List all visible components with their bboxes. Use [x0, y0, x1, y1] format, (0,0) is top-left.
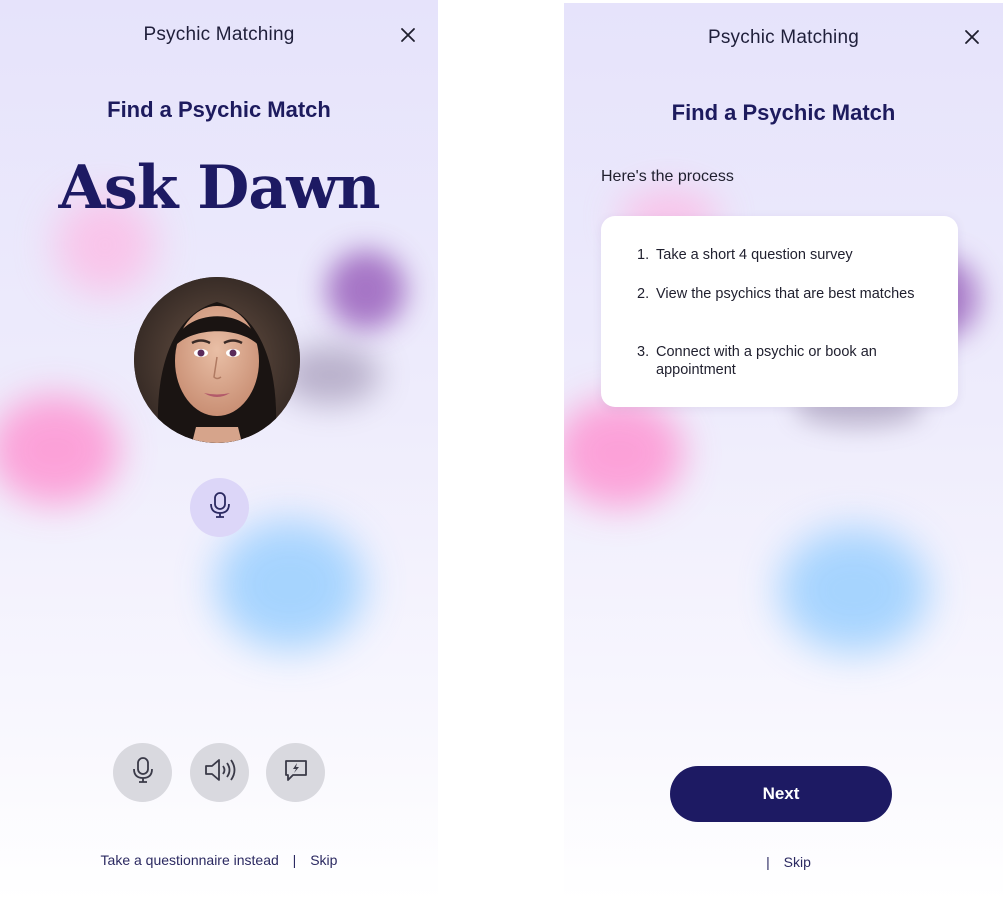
close-icon[interactable]: [964, 29, 980, 45]
microphone-button[interactable]: [113, 743, 172, 802]
questionnaire-link[interactable]: Take a questionnaire instead: [101, 852, 279, 868]
footer-separator: |: [766, 854, 770, 870]
step-text: Take a short 4 question survey: [656, 247, 853, 263]
microphone-icon: [132, 756, 154, 789]
footer-separator: |: [292, 852, 297, 868]
psychic-avatar: [134, 277, 300, 443]
footer-links: Take a questionnaire instead | Skip: [0, 852, 438, 868]
close-icon[interactable]: [400, 27, 416, 43]
process-step: 3. Connect with a psychic or book an app…: [637, 343, 937, 379]
pink-glow-blob: [0, 395, 120, 505]
page-subtitle: Find a Psychic Match: [107, 97, 331, 122]
skip-link[interactable]: Skip: [784, 854, 811, 870]
page-subtitle: Find a Psychic Match: [671, 100, 896, 125]
process-step: 2. View the psychics that are best match…: [637, 285, 937, 303]
process-heading: Here's the process: [601, 168, 734, 185]
footer-links: | Skip: [564, 854, 1003, 870]
step-number: 1.: [637, 247, 650, 263]
header-title: Psychic Matching: [707, 27, 860, 48]
next-button[interactable]: Next: [670, 766, 892, 822]
step-number: 2.: [637, 286, 650, 302]
process-step: 1. Take a short 4 question survey: [637, 246, 937, 264]
process-screen: Psychic Matching Find a Psychic Match He…: [564, 3, 1003, 902]
step-text: View the psychics that are best matches: [656, 286, 915, 302]
step-number: 3.: [637, 344, 650, 360]
chat-button[interactable]: [266, 743, 325, 802]
microphone-icon: [209, 491, 231, 524]
pink-glow-blob: [564, 398, 684, 508]
step-text: Connect with a psychic or book an appoin…: [656, 344, 877, 378]
blue-glow-blob: [215, 520, 365, 650]
speaker-button[interactable]: [190, 743, 249, 802]
speaker-icon: [204, 758, 236, 787]
header-title: Psychic Matching: [143, 24, 295, 45]
chat-lightning-icon: [283, 758, 309, 787]
hero-title: Ask Dawn: [58, 153, 381, 223]
skip-link[interactable]: Skip: [310, 852, 337, 868]
voice-input-button[interactable]: [190, 478, 249, 537]
blue-glow-blob: [779, 528, 929, 653]
purple-glow-blob: [326, 250, 406, 330]
ask-dawn-screen: Psychic Matching Find a Psychic Match As…: [0, 0, 438, 902]
process-steps-card: 1. Take a short 4 question survey 2. Vie…: [601, 216, 958, 407]
